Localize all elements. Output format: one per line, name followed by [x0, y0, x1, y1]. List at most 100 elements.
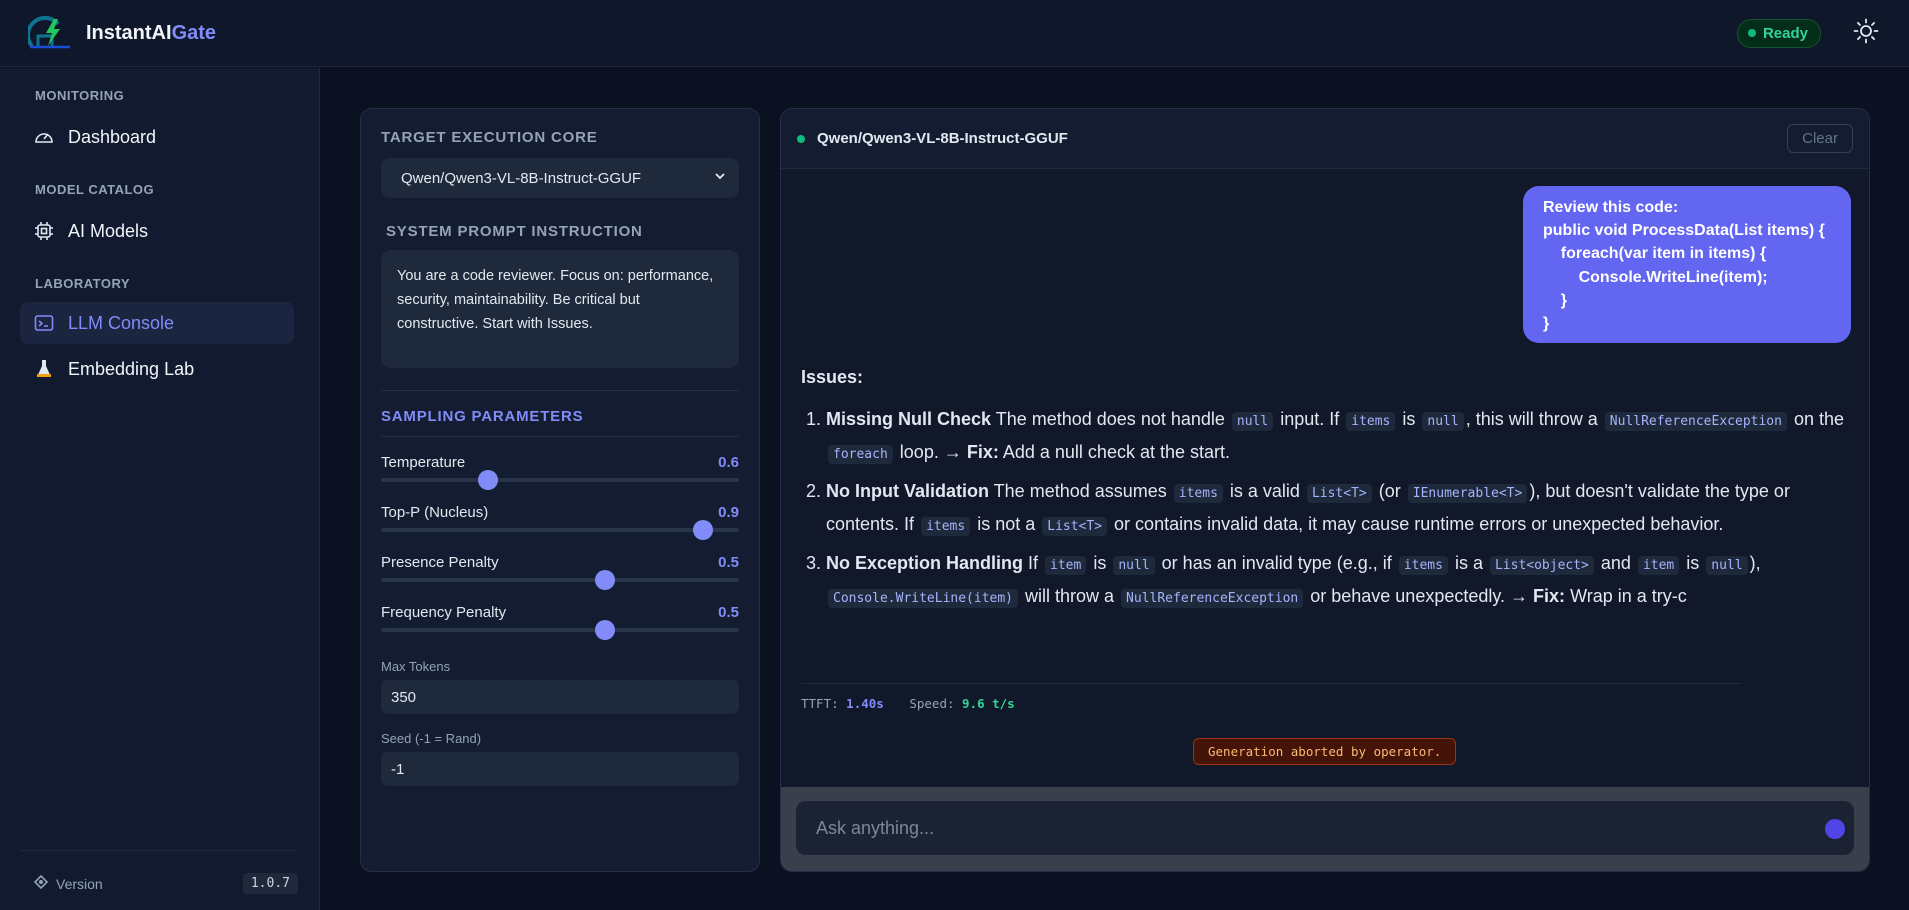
user-message-line: }	[1543, 315, 1550, 333]
sidebar-item-llm-console[interactable]: LLM Console	[20, 302, 294, 344]
top-p-value: 0.9	[718, 504, 739, 521]
app-title-main: InstantAI	[86, 21, 172, 44]
abort-notice: Generation aborted by operator.	[1193, 738, 1457, 765]
inline-code: NullReferenceException	[1604, 412, 1787, 431]
bold-text: Fix:	[1533, 586, 1566, 606]
text-span: ),	[1749, 553, 1761, 573]
frequency-penalty-label: Frequency Penalty	[381, 604, 507, 621]
status-badge: Ready	[1736, 18, 1821, 48]
gauge-icon	[34, 127, 54, 147]
issue-number: 2.	[806, 481, 822, 501]
target-core-title: TARGET EXECUTION CORE	[381, 129, 598, 146]
issue-number: 3.	[806, 553, 822, 573]
user-message-line: Console.WriteLine(item);	[1543, 268, 1768, 286]
section-title-monitoring: MONITORING	[35, 88, 125, 103]
chevron-down-icon	[713, 169, 727, 187]
user-message-bubble: Review this code: public void ProcessDat…	[1523, 186, 1851, 343]
sidebar-item-label: AI Models	[68, 220, 149, 241]
sidebar-item-label: Dashboard	[68, 126, 157, 147]
inline-code: null	[1706, 556, 1748, 575]
text-span: input. If	[1275, 409, 1345, 429]
max-tokens-input[interactable]	[381, 680, 739, 714]
answer-heading: Issues:	[801, 367, 864, 387]
inline-code: items	[1346, 412, 1396, 431]
sun-icon	[1853, 18, 1879, 49]
temperature-label: Temperature	[381, 454, 466, 471]
frequency-penalty-slider[interactable]	[381, 620, 739, 640]
sidebar-item-dashboard[interactable]: Dashboard	[20, 116, 294, 158]
issues-list: 1. Missing Null Check The method does not…	[801, 404, 1851, 614]
user-message-line: }	[1543, 291, 1568, 309]
presence-penalty-label: Presence Penalty	[381, 554, 499, 571]
sidebar: MONITORING Dashboard MODEL CATALOG AI Mo…	[0, 68, 320, 910]
seed-input[interactable]	[381, 752, 739, 786]
issue-item: 3. No Exception Handling If item is null …	[801, 548, 1851, 614]
max-tokens-label: Max Tokens	[381, 659, 451, 674]
text-span: The method assumes	[989, 481, 1172, 501]
brand[interactable]: InstantAIGate	[26, 16, 216, 50]
text-span: If	[1023, 553, 1044, 573]
text-span: is	[1681, 553, 1705, 573]
section-divider	[381, 390, 739, 391]
send-button[interactable]	[1825, 819, 1845, 839]
text-span: is a	[1449, 553, 1488, 573]
chat-panel: Qwen/Qwen3-VL-8B-Instruct-GGUF Clear Rev…	[780, 108, 1870, 872]
text-span: and	[1595, 553, 1636, 573]
text-span: Wrap in a try-c	[1565, 586, 1687, 606]
inline-code: NullReferenceException	[1121, 589, 1304, 608]
user-message-line: foreach(var item in items) {	[1543, 245, 1767, 263]
slider-thumb[interactable]	[594, 570, 615, 590]
assistant-message: Issues: 1. Missing Null Check The method …	[801, 367, 1851, 620]
text-span: is not a	[972, 514, 1041, 534]
system-prompt-textarea[interactable]: You are a code reviewer. Focus on: perfo…	[381, 250, 739, 368]
text-span: on the	[1788, 409, 1844, 429]
gate-logo-icon	[26, 16, 74, 50]
bold-text: No Exception Handling	[826, 553, 1024, 573]
app-title: InstantAIGate	[86, 22, 216, 45]
model-select[interactable]: Qwen/Qwen3-VL-8B-Instruct-GGUF	[381, 158, 739, 198]
inline-code: foreach	[828, 445, 893, 464]
terminal-icon	[34, 313, 54, 333]
sidebar-item-embedding-lab[interactable]: Embedding Lab	[20, 348, 294, 390]
status-text: Ready	[1762, 24, 1808, 42]
bold-text: Fix:	[966, 442, 999, 462]
issue-number: 1.	[806, 409, 822, 429]
clear-button[interactable]: Clear	[1787, 124, 1853, 153]
text-span: , this will throw a	[1465, 409, 1603, 429]
app-title-accent: Gate	[171, 21, 217, 44]
slider-thumb[interactable]	[594, 620, 615, 640]
section-divider	[381, 436, 739, 437]
slider-thumb[interactable]	[478, 470, 499, 490]
inline-code: List<T>	[1306, 484, 1372, 503]
diamond-icon	[33, 874, 49, 892]
sidebar-item-label: Embedding Lab	[68, 358, 195, 379]
chat-model-name: Qwen/Qwen3-VL-8B-Instruct-GGUF	[817, 130, 1068, 147]
issue-item: 2. No Input Validation The method assumes…	[801, 476, 1851, 542]
bold-text: No Input Validation	[826, 481, 989, 501]
slider-thumb[interactable]	[693, 520, 714, 540]
inline-code: null	[1231, 412, 1274, 431]
inline-code: Console.WriteLine(item)	[828, 589, 1019, 608]
chat-header: Qwen/Qwen3-VL-8B-Instruct-GGUF Clear	[781, 109, 1869, 169]
ttft-value: 1.40s	[846, 696, 884, 711]
theme-toggle-button[interactable]	[1851, 18, 1881, 48]
system-prompt-title: SYSTEM PROMPT INSTRUCTION	[386, 223, 643, 240]
inline-code: items	[1398, 556, 1448, 575]
temperature-value: 0.6	[718, 454, 739, 471]
speed-value: 9.6 t/s	[962, 696, 1015, 711]
inline-code: null	[1113, 556, 1155, 575]
temperature-slider[interactable]	[381, 470, 739, 490]
generation-stats: TTFT: 1.40s Speed: 9.6 t/s	[801, 683, 1741, 711]
section-title-model-catalog: MODEL CATALOG	[35, 182, 155, 197]
top-p-slider[interactable]	[381, 520, 739, 540]
ttft-label: TTFT:	[801, 696, 839, 711]
sampling-title: SAMPLING PARAMETERS	[381, 408, 584, 425]
text-span: or behave unexpectedly. →	[1305, 586, 1534, 606]
version-badge: 1.0.7	[242, 873, 298, 894]
presence-penalty-slider[interactable]	[381, 570, 739, 590]
text-span: or contains invalid data, it may cause r…	[1109, 514, 1724, 534]
inline-code: IEnumerable<T>	[1407, 484, 1528, 503]
sidebar-item-ai-models[interactable]: AI Models	[20, 210, 294, 252]
chat-input[interactable]	[796, 801, 1854, 855]
inline-code: item	[1637, 556, 1680, 575]
